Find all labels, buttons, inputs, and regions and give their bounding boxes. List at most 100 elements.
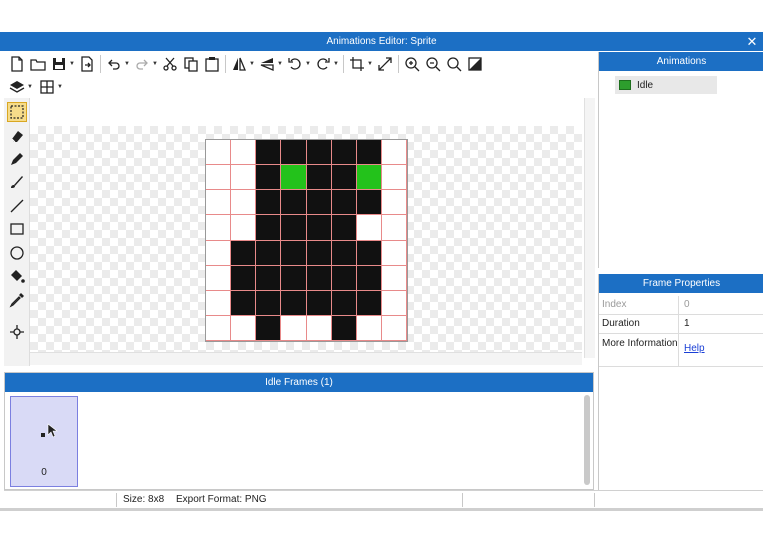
sprite-pixel[interactable] [381, 315, 407, 341]
chevron-down-icon[interactable]: ▼ [27, 78, 33, 96]
sprite-pixel[interactable] [231, 315, 257, 341]
sprite-pixel[interactable] [281, 190, 307, 216]
sprite-pixel[interactable] [256, 315, 282, 341]
flip-horizontal-button[interactable] [230, 55, 248, 73]
sprite-pixel[interactable] [331, 165, 357, 191]
zoom-fit-button[interactable] [445, 55, 463, 73]
frame-thumbnail[interactable]: 0 [10, 396, 78, 487]
chevron-down-icon[interactable]: ▼ [305, 55, 311, 73]
close-icon[interactable]: ✕ [745, 32, 759, 51]
line-tool[interactable] [7, 196, 27, 216]
sprite-pixel[interactable] [306, 265, 332, 291]
export-button[interactable] [78, 55, 96, 73]
sprite-pixel[interactable] [206, 215, 232, 241]
sprite-pixel[interactable] [206, 165, 232, 191]
sprite-pixel[interactable] [356, 240, 382, 266]
sprite-pixel[interactable] [256, 165, 282, 191]
chevron-down-icon[interactable]: ▼ [249, 55, 255, 73]
sprite-pixel[interactable] [231, 265, 257, 291]
sprite-pixel[interactable] [331, 265, 357, 291]
select-rect-tool[interactable] [7, 102, 27, 122]
sprite-pixel[interactable] [356, 315, 382, 341]
cut-button[interactable] [161, 55, 179, 73]
rotate-left-button[interactable] [286, 55, 304, 73]
sprite-pixel[interactable] [231, 190, 257, 216]
sprite-pixel[interactable] [256, 265, 282, 291]
rotate-right-button[interactable] [314, 55, 332, 73]
eyedropper-tool[interactable] [7, 290, 27, 310]
redo-button[interactable] [133, 55, 151, 73]
sprite-pixel[interactable] [306, 290, 332, 316]
pivot-tool[interactable] [7, 322, 27, 342]
sprite-pixel[interactable] [381, 165, 407, 191]
sprite-pixel[interactable] [231, 140, 257, 166]
fill-bucket-tool[interactable] [7, 266, 27, 286]
ellipse-tool[interactable] [7, 243, 27, 263]
sprite-pixel[interactable] [381, 265, 407, 291]
chevron-down-icon[interactable]: ▼ [69, 55, 75, 73]
resize-button[interactable] [376, 55, 394, 73]
sprite-pixel[interactable] [206, 140, 232, 166]
sprite-pixel[interactable] [356, 215, 382, 241]
sprite-pixel[interactable] [306, 190, 332, 216]
sprite-pixel[interactable] [331, 215, 357, 241]
canvas-vertical-scrollbar[interactable] [584, 98, 595, 358]
chevron-down-icon[interactable]: ▼ [367, 55, 373, 73]
chevron-down-icon[interactable]: ▼ [57, 78, 63, 96]
sprite-pixel[interactable] [306, 165, 332, 191]
chevron-down-icon[interactable]: ▼ [124, 55, 130, 73]
pencil-tool[interactable] [7, 149, 27, 169]
help-link-text[interactable]: Help [684, 343, 705, 354]
sprite-pixel[interactable] [206, 290, 232, 316]
flip-vertical-button[interactable] [258, 55, 276, 73]
sprite-pixel[interactable] [356, 165, 382, 191]
sprite-pixel[interactable] [281, 240, 307, 266]
sprite-pixel[interactable] [306, 240, 332, 266]
sprite-pixel[interactable] [256, 215, 282, 241]
sprite-pixel[interactable] [356, 265, 382, 291]
sprite-pixel[interactable] [381, 290, 407, 316]
sprite-pixel[interactable] [281, 140, 307, 166]
chevron-down-icon[interactable]: ▼ [333, 55, 339, 73]
sprite-pixel[interactable] [356, 140, 382, 166]
sprite-pixel[interactable] [306, 140, 332, 166]
sprite-pixel[interactable] [231, 165, 257, 191]
sprite-pixel[interactable] [231, 215, 257, 241]
sprite-pixel[interactable] [281, 265, 307, 291]
canvas-horizontal-scrollbar[interactable] [30, 352, 582, 365]
contrast-button[interactable] [466, 55, 484, 73]
crop-button[interactable] [348, 55, 366, 73]
zoom-in-button[interactable] [403, 55, 421, 73]
frames-scrollbar[interactable] [584, 395, 590, 485]
sprite-pixel[interactable] [231, 290, 257, 316]
open-folder-button[interactable] [29, 55, 47, 73]
sprite-pixel[interactable] [281, 290, 307, 316]
sprite-pixel[interactable] [256, 290, 282, 316]
chevron-down-icon[interactable]: ▼ [277, 55, 283, 73]
sprite-pixel[interactable] [381, 190, 407, 216]
sprite-pixel[interactable] [256, 140, 282, 166]
sprite-pixel-grid[interactable] [205, 139, 408, 342]
sprite-pixel[interactable] [306, 315, 332, 341]
help-link[interactable]: Help [679, 334, 705, 366]
sprite-pixel[interactable] [256, 190, 282, 216]
eraser-tool[interactable] [7, 126, 27, 146]
sprite-pixel[interactable] [206, 190, 232, 216]
sprite-pixel[interactable] [331, 315, 357, 341]
sprite-pixel[interactable] [381, 140, 407, 166]
sprite-pixel[interactable] [306, 215, 332, 241]
sprite-pixel[interactable] [331, 290, 357, 316]
save-button[interactable] [50, 55, 68, 73]
animation-item-idle[interactable]: Idle [615, 76, 717, 94]
prop-value[interactable]: 1 [679, 315, 690, 333]
sprite-pixel[interactable] [381, 240, 407, 266]
layers-button[interactable] [8, 78, 26, 96]
rectangle-tool[interactable] [7, 219, 27, 239]
sprite-pixel[interactable] [356, 190, 382, 216]
sprite-pixel[interactable] [356, 290, 382, 316]
sprite-pixel[interactable] [206, 240, 232, 266]
sprite-pixel[interactable] [206, 265, 232, 291]
grid-button[interactable] [38, 78, 56, 96]
sprite-pixel[interactable] [256, 240, 282, 266]
sprite-pixel[interactable] [331, 140, 357, 166]
